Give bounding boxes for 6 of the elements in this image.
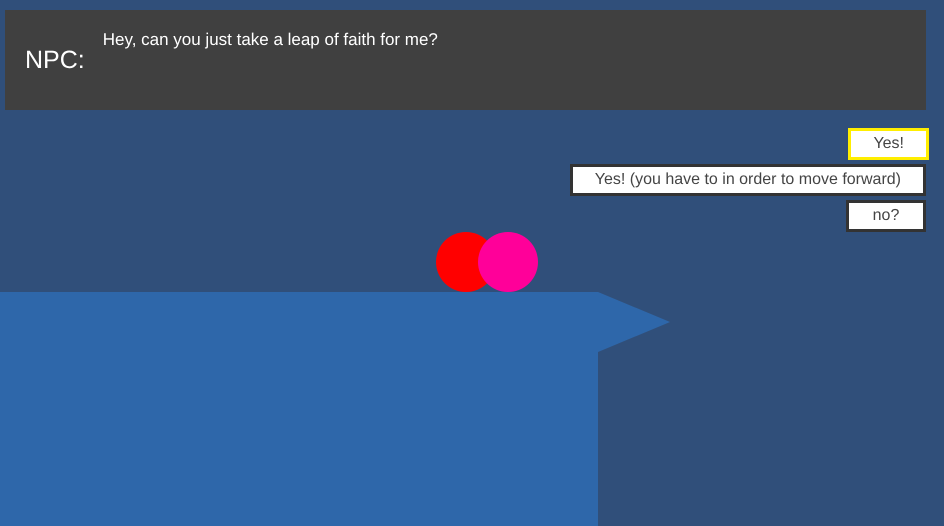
dialog-text: Hey, can you just take a leap of faith for me? (102, 30, 438, 50)
ball-character (478, 232, 538, 292)
choice-button[interactable]: Yes! (848, 128, 929, 160)
choice-button[interactable]: Yes! (you have to in order to move forward) (570, 164, 926, 196)
speaker-name: NPC: (25, 46, 85, 75)
choice-button[interactable]: no? (846, 200, 926, 232)
